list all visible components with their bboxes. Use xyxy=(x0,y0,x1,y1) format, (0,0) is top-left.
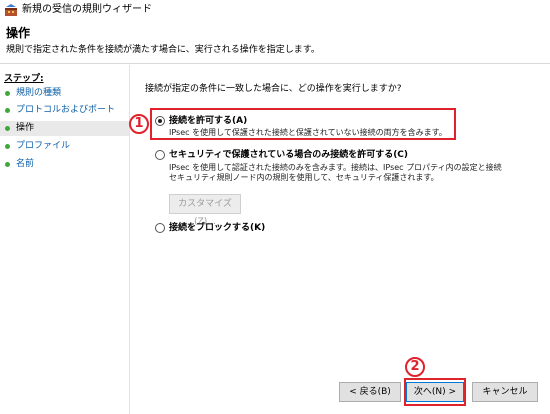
page-title: 操作 xyxy=(6,26,31,40)
page-subtitle: 規則で指定された条件を接続が満たす場合に、実行される操作を指定します。 xyxy=(6,45,320,55)
step-bullet-icon xyxy=(5,108,10,113)
annotation-highlight-1 xyxy=(150,108,456,140)
window-title: 新規の受信の規則ウィザード xyxy=(22,4,152,15)
steps-sidebar: ステップ: 規則の種類 プロトコルおよびポート 操作 プロファイル 名前 xyxy=(0,65,130,414)
sidebar-item-label: プロファイル xyxy=(16,141,71,151)
page-header: 操作 規則で指定された条件を接続が満たす場合に、実行される操作を指定します。 xyxy=(0,20,550,64)
step-bullet-icon xyxy=(5,162,10,167)
radio-block[interactable] xyxy=(155,223,165,233)
sidebar-item-protocol-port[interactable]: プロトコルおよびポート xyxy=(0,103,129,118)
sidebar-item-label: 操作 xyxy=(16,123,35,133)
step-bullet-icon xyxy=(5,126,10,131)
radio-allow-secure[interactable] xyxy=(155,150,165,160)
sidebar-item-profile[interactable]: プロファイル xyxy=(0,139,129,154)
sidebar-item-label: プロトコルおよびポート xyxy=(16,105,116,115)
sidebar-item-name[interactable]: 名前 xyxy=(0,157,129,172)
sidebar-item-label: 名前 xyxy=(16,159,35,169)
annotation-marker-2: 2 xyxy=(405,357,425,377)
sidebar-item-rule-type[interactable]: 規則の種類 xyxy=(0,86,129,101)
option-block-label[interactable]: 接続をブロックする(K) xyxy=(169,222,265,234)
cancel-button[interactable]: キャンセル xyxy=(472,382,538,402)
action-question: 接続が指定の条件に一致した場合に、どの操作を実行しますか? xyxy=(145,84,402,94)
annotation-highlight-2 xyxy=(404,378,466,406)
firewall-wizard-icon xyxy=(5,4,17,16)
option-allow-secure-description-1: IPsec を使用して認証された接続のみを含みます。接続は、IPsec プロパテ… xyxy=(169,163,502,172)
sidebar-item-action[interactable]: 操作 xyxy=(0,121,129,136)
step-bullet-icon xyxy=(5,91,10,96)
sidebar-item-label: 規則の種類 xyxy=(16,88,62,98)
steps-heading: ステップ: xyxy=(4,74,44,84)
title-bar: 新規の受信の規則ウィザード xyxy=(0,0,550,20)
option-allow-secure-description-2: セキュリティ規則ノード内の規則を使用して、セキュリティ保護されます。 xyxy=(169,173,439,182)
option-allow-secure-label[interactable]: セキュリティで保護されている場合のみ接続を許可する(C) xyxy=(169,149,408,161)
customize-button[interactable]: カスタマイズ(Z)... xyxy=(169,194,241,227)
step-bullet-icon xyxy=(5,144,10,149)
back-button[interactable]: < 戻る(B) xyxy=(339,382,401,402)
annotation-marker-1: 1 xyxy=(129,114,149,134)
